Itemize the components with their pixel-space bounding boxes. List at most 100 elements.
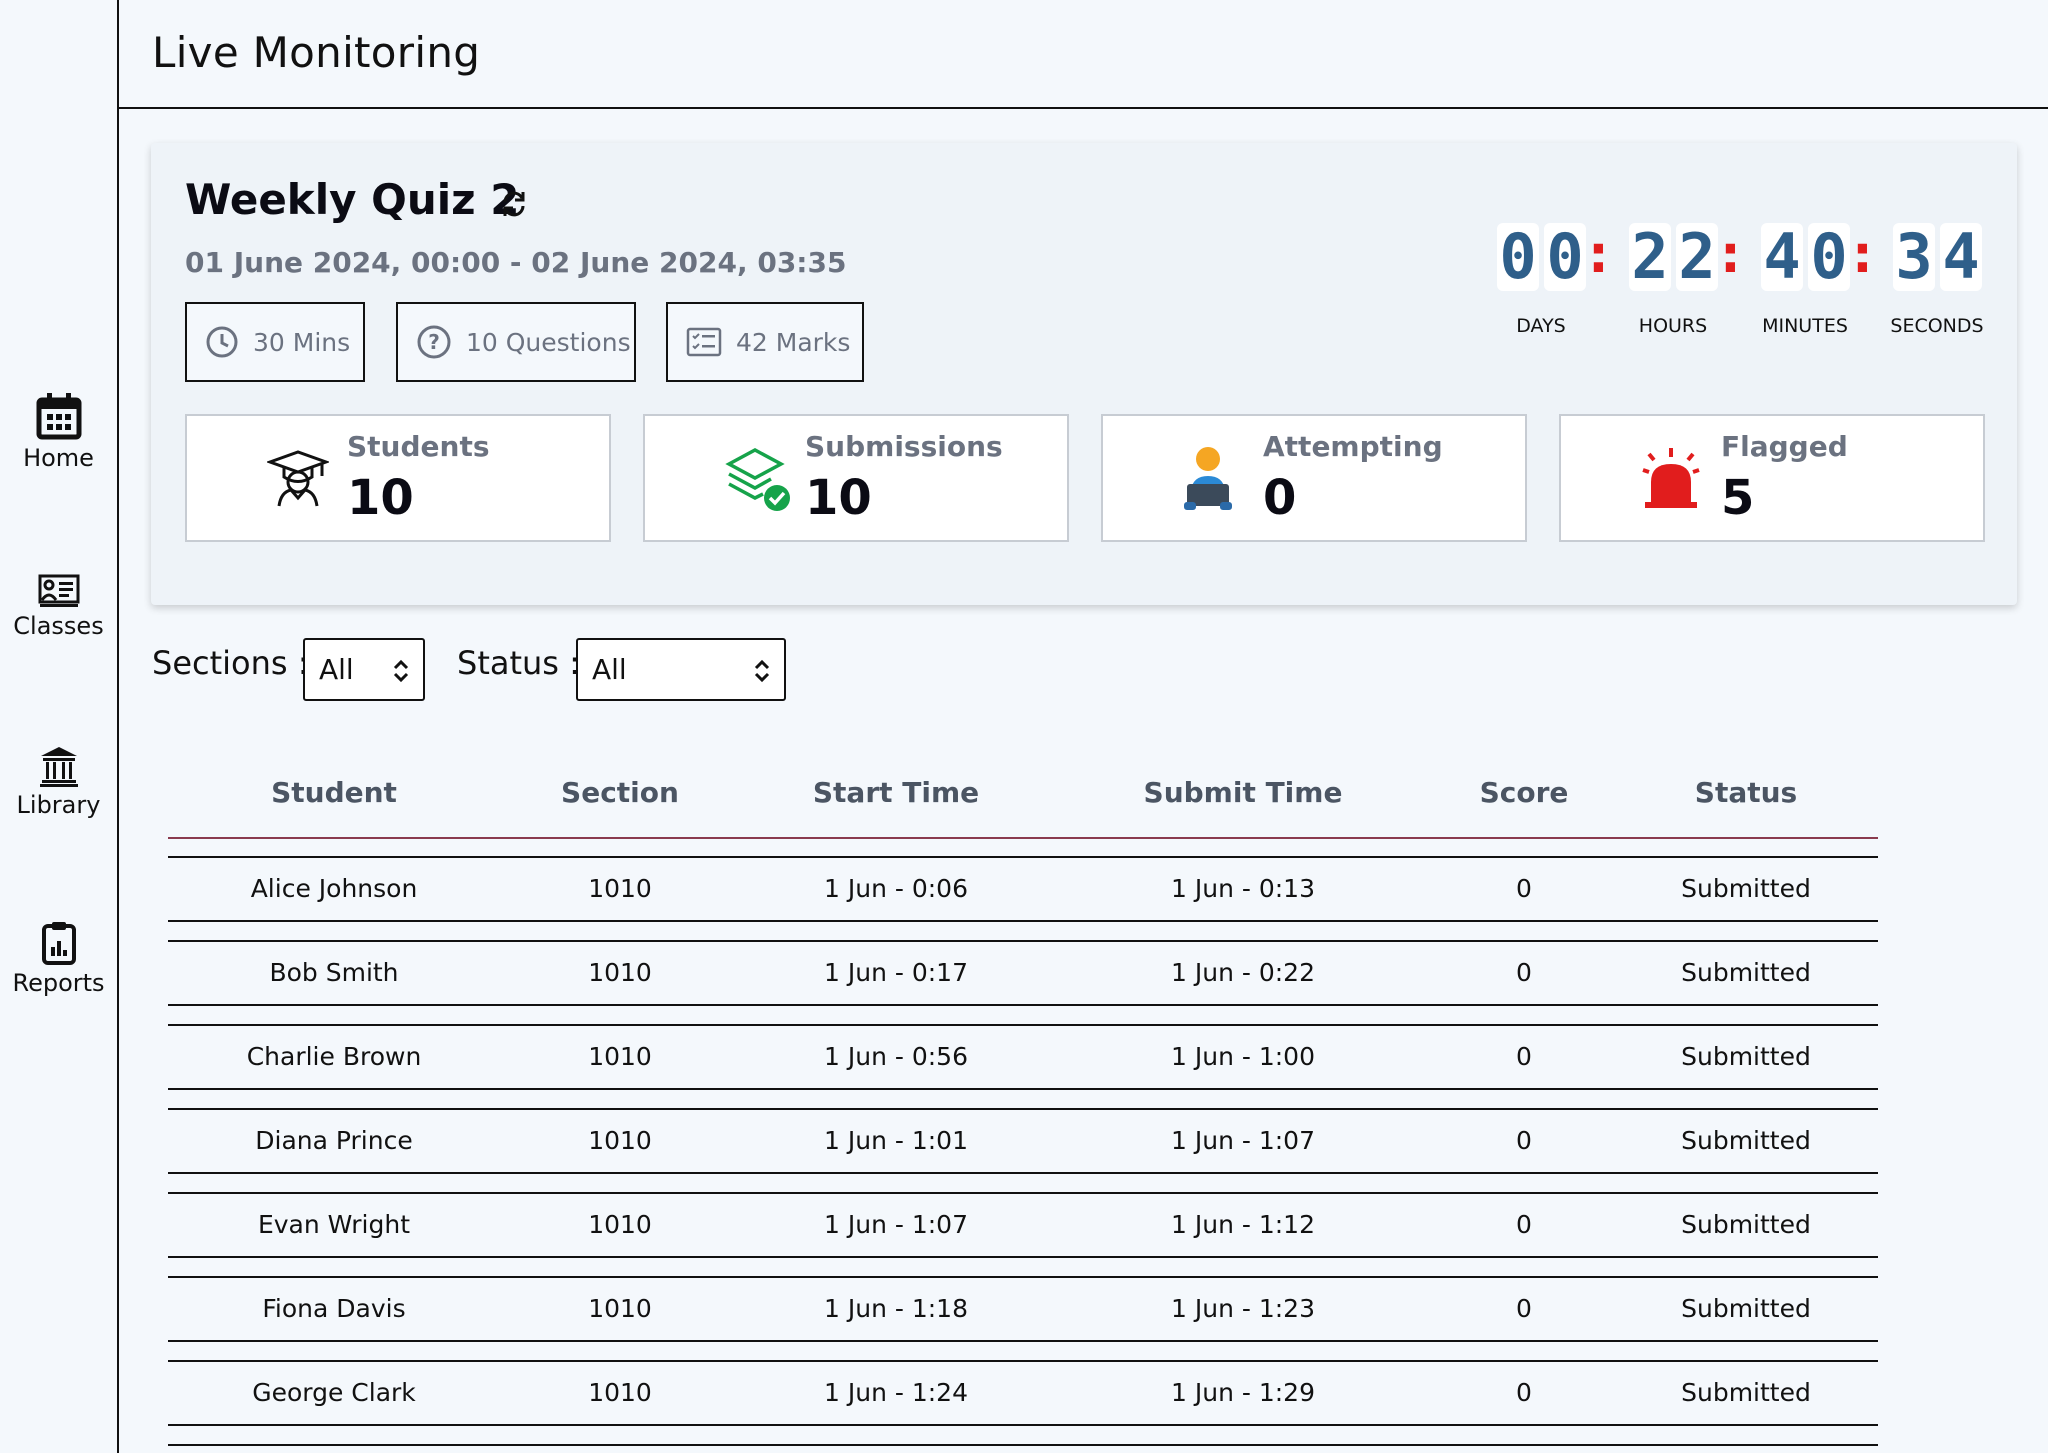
cell-start-time: 1 Jun - 0:56: [824, 1042, 968, 1071]
countdown-minutes-digit: 0: [1808, 223, 1850, 291]
quiz-title: Weekly Quiz 2: [185, 175, 520, 224]
table-row[interactable]: [168, 1444, 1878, 1453]
sidebar-item-label: Classes: [13, 612, 104, 640]
marks-label: 42 Marks: [736, 327, 851, 357]
sidebar: Home Classes Library Reports: [0, 0, 119, 1453]
stat-card-students: Students 10: [185, 414, 611, 542]
sections-select[interactable]: All: [303, 638, 425, 701]
cell-submit-time: 1 Jun - 0:13: [1171, 874, 1315, 903]
sidebar-item-label: Reports: [12, 969, 105, 997]
stat-card-attempting: Attempting 0: [1101, 414, 1527, 542]
table-row[interactable]: Diana Prince 1010 1 Jun - 1:01 1 Jun - 1:07…: [168, 1108, 1878, 1174]
cell-start-time: 1 Jun - 1:18: [824, 1294, 968, 1323]
sidebar-item-label: Library: [16, 791, 101, 819]
graduation-cap-icon: [267, 450, 329, 507]
countdown-minutes-digit: 4: [1761, 223, 1803, 291]
cell-section: 1010: [588, 1294, 652, 1323]
stat-card-flagged: Flagged 5: [1559, 414, 1985, 542]
cell-start-time: 1 Jun - 0:17: [824, 958, 968, 987]
person-laptop-icon: [1184, 447, 1232, 510]
countdown-days-digit: 0: [1497, 223, 1539, 291]
sections-select-value: All: [319, 653, 354, 686]
table-row[interactable]: Fiona Davis 1010 1 Jun - 1:18 1 Jun - 1:23 0…: [168, 1276, 1878, 1342]
stat-value: 10: [347, 470, 414, 526]
table-row[interactable]: George Clark 1010 1 Jun - 1:24 1 Jun - 1:29…: [168, 1360, 1878, 1426]
classes-icon: [38, 574, 79, 607]
clipboard-report-icon: [41, 922, 76, 965]
countdown-separator: :: [1720, 225, 1741, 285]
status-filter-label: Status :: [457, 644, 580, 682]
cell-status: Submitted: [1681, 1126, 1811, 1155]
stat-label: Flagged: [1721, 430, 1848, 463]
calendar-icon: [36, 393, 81, 440]
cell-start-time: 1 Jun - 1:24: [824, 1378, 968, 1407]
quiz-summary-card: Weekly Quiz 2 01 June 2024, 00:00 - 02 J…: [151, 143, 2017, 605]
cell-submit-time: 1 Jun - 1:29: [1171, 1378, 1315, 1407]
countdown-timer: 0 0 : 2 2 : 4 0 : 3 4 DAYS HOURS MINUTES…: [1497, 223, 1997, 337]
cell-student: Evan Wright: [257, 1210, 411, 1239]
updown-chevron-icon: [393, 659, 409, 683]
cell-status: Submitted: [1681, 874, 1811, 903]
checklist-icon: [686, 327, 722, 357]
stack-check-icon: [725, 448, 790, 511]
table-row[interactable]: Alice Johnson 1010 1 Jun - 0:06 1 Jun - 0:1…: [168, 856, 1878, 922]
cell-section: 1010: [588, 1210, 652, 1239]
table-row[interactable]: Bob Smith 1010 1 Jun - 0:17 1 Jun - 0:22 0 Su…: [168, 940, 1878, 1006]
cell-submit-time: 1 Jun - 1:07: [1171, 1126, 1315, 1155]
quiz-date-range: 01 June 2024, 00:00 - 02 June 2024, 03:3…: [185, 246, 847, 279]
sidebar-item-library[interactable]: Library: [0, 745, 117, 819]
cell-start-time: 1 Jun - 1:07: [824, 1210, 968, 1239]
library-icon: [39, 747, 78, 787]
marks-pill: 42 Marks: [666, 302, 864, 382]
countdown-minutes-label: MINUTES: [1762, 315, 1848, 337]
countdown-days-digit: 0: [1544, 223, 1586, 291]
stat-label: Submissions: [805, 430, 1003, 463]
duration-label: 30 Mins: [253, 327, 351, 357]
cell-section: 1010: [588, 1126, 652, 1155]
status-select[interactable]: All: [576, 638, 786, 701]
refresh-icon[interactable]: [499, 189, 529, 219]
stat-value: 10: [805, 470, 872, 526]
cell-status: Submitted: [1681, 1294, 1811, 1323]
cell-submit-time: 1 Jun - 1:23: [1171, 1294, 1315, 1323]
countdown-seconds-digit: 4: [1940, 223, 1982, 291]
cell-student: Charlie Brown: [246, 1042, 422, 1071]
cell-section: 1010: [588, 958, 652, 987]
duration-pill: 30 Mins: [185, 302, 365, 382]
sidebar-item-reports[interactable]: Reports: [0, 921, 117, 997]
cell-submit-time: 1 Jun - 1:12: [1171, 1210, 1315, 1239]
cell-status: Submitted: [1681, 1378, 1811, 1407]
table-row[interactable]: Charlie Brown 1010 1 Jun - 0:56 1 Jun - 1:0…: [168, 1024, 1878, 1090]
cell-student: Diana Prince: [255, 1126, 413, 1155]
column-header-submit-time[interactable]: Submit Time: [1103, 776, 1383, 809]
column-header-student[interactable]: Student: [194, 776, 474, 809]
page-title: Live Monitoring: [152, 28, 481, 77]
column-header-start-time[interactable]: Start Time: [756, 776, 1036, 809]
questions-pill: ? 10 Questions: [396, 302, 636, 382]
sidebar-item-label: Home: [23, 444, 94, 472]
cell-section: 1010: [588, 874, 652, 903]
sidebar-item-classes[interactable]: Classes: [0, 574, 117, 640]
cell-start-time: 1 Jun - 0:06: [824, 874, 968, 903]
stat-value: 0: [1263, 470, 1297, 526]
page-header: Live Monitoring: [119, 0, 2048, 109]
column-header-section[interactable]: Section: [480, 776, 760, 809]
updown-chevron-icon: [754, 659, 770, 683]
countdown-seconds-digit: 3: [1893, 223, 1935, 291]
cell-submit-time: 1 Jun - 1:00: [1171, 1042, 1315, 1071]
countdown-days-label: DAYS: [1516, 315, 1566, 337]
table-row[interactable]: Evan Wright 1010 1 Jun - 1:07 1 Jun - 1:12 0…: [168, 1192, 1878, 1258]
alarm-siren-icon: [1642, 448, 1700, 508]
countdown-hours-digit: 2: [1629, 223, 1671, 291]
clock-icon: [206, 326, 238, 358]
stat-label: Students: [347, 430, 490, 463]
cell-student: Bob Smith: [269, 958, 399, 987]
cell-section: 1010: [588, 1378, 652, 1407]
questions-label: 10 Questions: [466, 327, 631, 357]
cell-student: George Clark: [252, 1378, 416, 1407]
sidebar-item-home[interactable]: Home: [0, 392, 117, 472]
column-header-status[interactable]: Status: [1606, 776, 1886, 809]
countdown-separator: :: [1588, 225, 1609, 285]
cell-student: Alice Johnson: [250, 874, 418, 903]
cell-submit-time: 1 Jun - 0:22: [1171, 958, 1315, 987]
